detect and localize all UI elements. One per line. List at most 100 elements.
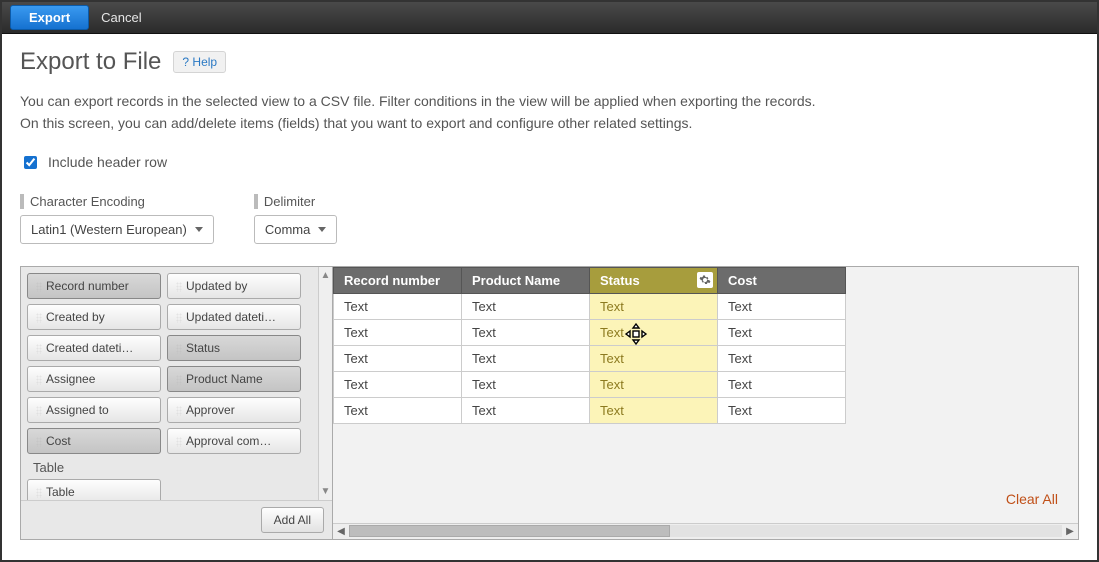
include-header-label[interactable]: Include header row [48,154,167,170]
field-pill-label: Assignee [46,372,95,386]
field-pill-label: Approval com… [186,434,271,448]
grip-icon [36,437,42,447]
field-builder: Record number Created by Created dateti… As… [20,266,1079,540]
table-cell: Text [462,371,590,397]
table-cell: Text [334,397,462,423]
cancel-link[interactable]: Cancel [101,10,141,25]
grip-icon [176,282,182,292]
table-cell: Text [590,345,718,371]
field-pill[interactable]: Table [27,479,161,500]
field-pill[interactable]: Updated by [167,273,301,299]
table-cell: Text [462,293,590,319]
table-cell: Text [718,371,846,397]
description-line-1: You can export records in the selected v… [20,90,1079,112]
column-header[interactable]: Status [590,267,718,293]
grip-icon [36,282,42,292]
field-pill-label: Assigned to [46,403,109,417]
field-pill[interactable]: Record number [27,273,161,299]
grip-icon [36,313,42,323]
delimiter-select[interactable]: Comma [254,215,338,244]
table-cell: Text [334,345,462,371]
table-cell: Text [462,319,590,345]
field-pill[interactable]: Product Name [167,366,301,392]
column-settings-button[interactable] [697,272,713,288]
delimiter-value: Comma [265,222,311,237]
table-row: TextTextTextText [334,371,846,397]
field-pill[interactable]: Created by [27,304,161,330]
chevron-down-icon [318,227,326,232]
table-row: TextTextTextText [334,345,846,371]
grip-icon [36,406,42,416]
field-pill[interactable]: Approval com… [167,428,301,454]
clear-all-link[interactable]: Clear All [1006,491,1058,507]
export-button[interactable]: Export [10,5,89,30]
table-cell: Text [718,345,846,371]
field-pill-label: Created dateti… [46,341,133,355]
table-cell: Text [718,319,846,345]
field-pill-label: Record number [46,279,129,293]
field-pill[interactable]: Approver [167,397,301,423]
palette-scrollbar[interactable]: ▲ ▼ [318,267,332,500]
palette-section-label: Table [27,454,312,477]
table-cell: Text [462,345,590,371]
grip-icon [36,375,42,385]
preview-table: Record numberProduct NameStatusCostTextT… [333,267,846,424]
encoding-label: Character Encoding [20,194,214,209]
scroll-thumb[interactable] [349,525,670,537]
description-line-2: On this screen, you can add/delete items… [20,112,1079,134]
table-row: TextTextTextText [334,397,846,423]
field-pill-label: Created by [46,310,105,324]
grip-icon [36,344,42,354]
table-cell: Text [590,397,718,423]
add-all-button[interactable]: Add All [261,507,324,533]
column-header[interactable]: Cost [718,267,846,293]
table-cell: Text [334,371,462,397]
grip-icon [176,313,182,323]
help-button[interactable]: ? Help [173,51,226,73]
grip-icon [176,406,182,416]
horizontal-scrollbar[interactable]: ◀ ▶ [333,523,1078,539]
field-pill-label: Status [186,341,220,355]
field-pill-label: Product Name [186,372,263,386]
table-cell: Text [590,293,718,319]
field-palette: Record number Created by Created dateti… As… [21,267,333,539]
table-row: TextTextTextText [334,319,846,345]
top-toolbar: Export Cancel [2,2,1097,34]
grip-icon [176,344,182,354]
description: You can export records in the selected v… [20,90,1079,135]
field-pill[interactable]: Assignee [27,366,161,392]
column-header[interactable]: Record number [334,267,462,293]
field-pill-label: Updated dateti… [186,310,276,324]
field-pill[interactable]: Status [167,335,301,361]
grip-icon [36,488,42,498]
include-header-checkbox[interactable] [24,156,37,169]
preview-pane: Record numberProduct NameStatusCostTextT… [333,267,1078,539]
field-pill[interactable]: Cost [27,428,161,454]
field-pill[interactable]: Created dateti… [27,335,161,361]
table-cell: Text [590,319,718,345]
field-pill-label: Updated by [186,279,247,293]
field-pill[interactable]: Updated dateti… [167,304,301,330]
scroll-up-icon[interactable]: ▲ [321,270,331,281]
scroll-down-icon[interactable]: ▼ [321,486,331,497]
field-pill[interactable]: Assigned to [27,397,161,423]
scroll-left-icon[interactable]: ◀ [333,526,349,537]
table-cell: Text [718,293,846,319]
table-cell: Text [590,371,718,397]
encoding-select[interactable]: Latin1 (Western European) [20,215,214,244]
table-row: TextTextTextText [334,293,846,319]
grip-icon [176,437,182,447]
field-pill-label: Approver [186,403,235,417]
scroll-right-icon[interactable]: ▶ [1062,526,1078,537]
page-title: Export to File [20,48,161,76]
scroll-track[interactable] [349,525,1062,537]
field-pill-label: Cost [46,434,71,448]
table-cell: Text [718,397,846,423]
column-header[interactable]: Product Name [462,267,590,293]
table-cell: Text [462,397,590,423]
delimiter-label: Delimiter [254,194,338,209]
grip-icon [176,375,182,385]
encoding-value: Latin1 (Western European) [31,222,187,237]
chevron-down-icon [195,227,203,232]
table-cell: Text [334,319,462,345]
